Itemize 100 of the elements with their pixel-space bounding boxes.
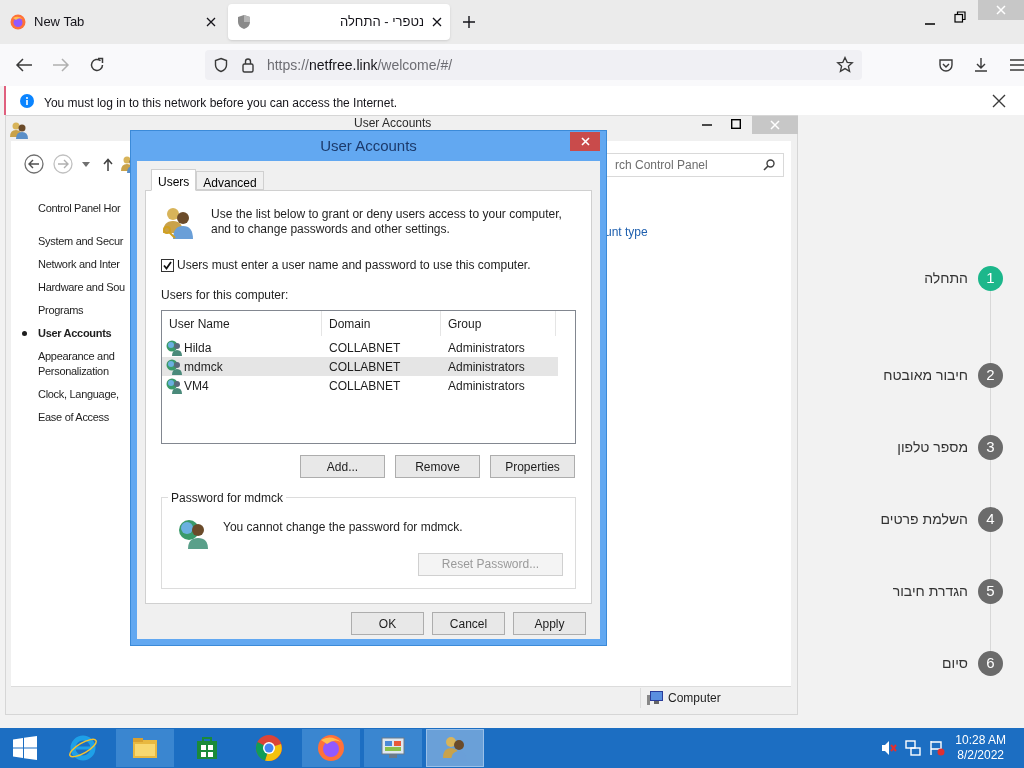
button[interactable]: Cancel [432,612,505,635]
button[interactable]: Properties [490,455,575,478]
dialog-tab[interactable]: Users [151,169,197,191]
restore-icon[interactable] [954,11,966,23]
taskbar-button[interactable] [426,729,484,767]
step-number: 1 [978,266,1003,291]
nav-link[interactable]: Appearance and Personalization [38,349,131,379]
plus-icon[interactable] [462,15,476,29]
notification-text: You must log in to this network before you can access the Internet. [44,94,398,112]
close-icon[interactable] [206,17,216,27]
download-icon[interactable] [973,57,989,73]
nav-link[interactable]: Network and Inter [38,257,131,272]
button[interactable]: OK [351,612,424,635]
step-number: 5 [978,579,1003,604]
step-label: השלמת פרטים [880,510,968,529]
step-label: סיום [942,654,968,673]
taskbar-button[interactable] [364,729,422,767]
table-cell-text: VM4 [184,377,209,395]
close-icon [580,137,590,146]
nav-link[interactable]: Ease of Access [38,410,131,425]
list-label: Users for this computer: [161,287,290,304]
button[interactable]: Apply [513,612,586,635]
table-cell-text: COLLABNET [329,339,401,357]
table-cell-text: COLLABNET [329,377,401,395]
column-header: Group [441,311,556,336]
table-row[interactable]: mdmck COLLABNET Administrators [162,357,558,376]
user-globe-icon [177,517,209,549]
nav-link[interactable]: Programs [38,303,131,318]
lock-icon [240,57,255,73]
status-text: Computer [668,689,721,707]
dropdown-icon[interactable] [82,162,90,167]
nav-link[interactable]: System and Secur [38,234,131,249]
info-icon [20,93,34,108]
nav-link[interactable]: Hardware and Sou [38,280,131,295]
step-number: 6 [978,651,1003,676]
table-row[interactable]: Hilda COLLABNET Administrators [162,338,558,357]
computer-icon [647,690,663,705]
table-cell-text: Hilda [184,339,212,357]
column-header: User Name [162,311,322,336]
dialog-title: User Accounts [319,135,418,156]
close-icon [770,120,780,130]
checkbox[interactable] [161,258,174,272]
nav-link[interactable]: User Accounts [38,326,131,341]
network-icon[interactable] [905,740,922,756]
button[interactable]: Add... [300,455,385,478]
taskbar-button[interactable] [116,729,174,767]
table-row[interactable]: VM4 COLLABNET Administrators [162,376,558,395]
user-globe-icon [166,377,183,394]
reload-icon[interactable] [88,57,105,73]
close-icon[interactable] [432,17,442,27]
column-header: Domain [322,311,441,336]
browser-icon [255,734,283,762]
url-text: https://netfree.link/welcome/#/ [266,55,454,75]
address-bar[interactable]: https://netfree.link/welcome/#/ [204,50,863,80]
back-arrow-icon[interactable] [15,57,33,73]
check-icon [163,260,172,270]
muted-speaker-icon[interactable] [881,740,898,756]
menu-icon[interactable] [1010,59,1024,71]
up-arrow-icon[interactable] [103,158,113,171]
star-icon[interactable] [836,56,855,74]
user-globe-icon [166,339,183,356]
search-placeholder: rch Control Panel [615,157,709,174]
maximize-icon[interactable] [731,119,741,129]
close-icon[interactable] [992,93,1006,108]
step-number: 3 [978,435,1003,460]
search-icon [763,159,775,171]
close-icon [996,5,1006,15]
table-cell-text: Administrators [448,377,525,395]
step-label: הגדרת חיבור [892,582,968,601]
user-globe-icon [166,358,183,375]
step-label: התחלה [924,269,968,288]
fox-logo-icon [10,14,26,30]
flag-icon[interactable] [929,740,946,756]
browser-tab[interactable]: נטפרי - התחלה [228,4,450,40]
windows-logo-icon [13,736,37,760]
table-cell-text: Administrators [448,339,525,357]
step-number: 2 [978,363,1003,388]
pocket-icon[interactable] [938,57,955,73]
clock-time: 10:28 AM [955,733,1006,748]
table-cell-text: mdmck [184,358,223,376]
dialog-tab[interactable]: Advanced [196,171,264,190]
table-cell-text: Administrators [448,358,525,376]
nav-link[interactable]: Clock, Language, [38,387,131,402]
nav-link[interactable]: Control Panel Hor [38,201,131,216]
shield-icon [212,57,229,73]
clock-date: 8/2/2022 [957,748,1004,763]
checkbox-label: Users must enter a user name and password to use this computer. [177,257,531,274]
table-cell-text: COLLABNET [329,358,401,376]
fox-logo-icon [317,734,345,762]
tab-label: New Tab [34,13,86,32]
browser-tab[interactable]: New Tab [2,4,224,40]
users-icon [161,205,195,239]
close-button[interactable] [570,132,600,151]
tab-label: נטפרי - התחלה [339,13,424,32]
users-icon [10,121,28,139]
intro-text: Use the list below to grant or deny users access to your computer, and to change passwords and other settings. [211,207,563,238]
message-text: You cannot change the password for mdmck. [223,519,463,536]
step-label: חיבור מאובטח [883,366,968,385]
button[interactable]: Remove [395,455,480,478]
browser-icon [69,734,97,762]
